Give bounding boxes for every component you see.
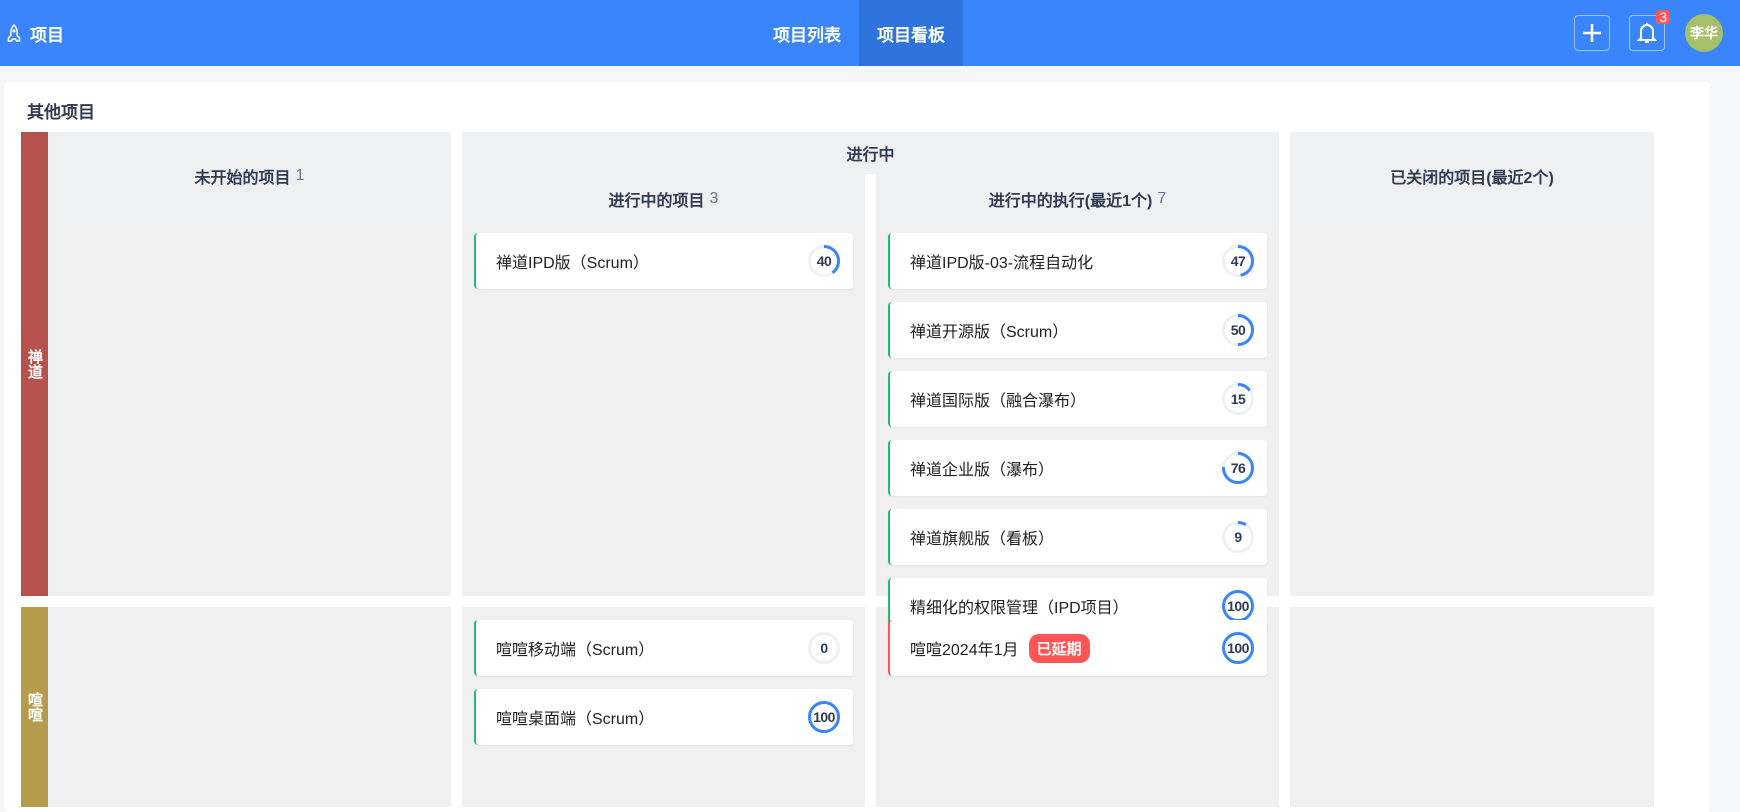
progress-value: 40 — [816, 253, 832, 269]
column-cell-c — [1290, 607, 1654, 807]
progress-value: 50 — [1230, 322, 1246, 338]
progress-value: 15 — [1230, 391, 1246, 407]
project-card[interactable]: 喧喧桌面端（Scrum） 100 — [474, 689, 853, 745]
card-title: 禅道IPD版-03-流程自动化 — [910, 255, 1094, 272]
progress-value: 0 — [820, 640, 828, 656]
progress-value: 100 — [1227, 640, 1249, 656]
column-cell-w — [48, 607, 451, 807]
notification-count-badge: 3 — [1656, 10, 1670, 24]
progress-value: 47 — [1230, 253, 1246, 269]
progress-ring: 40 — [807, 244, 841, 278]
execution-card[interactable]: 喧喧2024年1月 已延期 100 — [888, 620, 1267, 676]
plus-icon — [1583, 24, 1601, 42]
user-avatar[interactable]: 李华 — [1685, 14, 1723, 52]
group-name: 禅道 — [26, 349, 43, 379]
progress-ring: 15 — [1221, 382, 1255, 416]
create-button[interactable] — [1574, 15, 1610, 51]
progress-ring: 100 — [1221, 589, 1255, 623]
column-header-doing: 进行中 — [462, 132, 1279, 174]
progress-ring: 50 — [1221, 313, 1255, 347]
column-count: 3 — [709, 189, 719, 207]
card-title: 喧喧2024年1月 — [910, 642, 1019, 659]
column-title: 已关闭的项目(最近2个) — [1390, 170, 1554, 187]
card-title: 禅道国际版（融合瀑布） — [910, 393, 1087, 410]
main-nav: 项目列表 项目看板 — [755, 0, 963, 66]
card-title: 禅道旗舰版（看板） — [910, 531, 1055, 548]
execution-card[interactable]: 禅道国际版（融合瀑布） 15 — [888, 371, 1267, 427]
column-title: 进行中的执行(最近1个) — [988, 192, 1153, 210]
project-card[interactable]: 禅道IPD版（Scrum） 40 — [474, 233, 853, 289]
progress-ring: 9 — [1221, 520, 1255, 554]
app-brand[interactable]: 项目 — [6, 0, 64, 66]
top-navbar: 项目 项目列表 项目看板 3 李华 — [0, 0, 1740, 66]
card-title: 禅道企业版（瀑布） — [910, 462, 1055, 479]
tab-project-list[interactable]: 项目列表 — [755, 0, 859, 66]
tab-project-kanban[interactable]: 项目看板 — [859, 0, 963, 66]
progress-ring: 76 — [1221, 451, 1255, 485]
column-header-closed: 已关闭的项目(最近2个) — [1290, 132, 1654, 220]
column-count: 1 — [295, 167, 305, 184]
column-header-doing-executions: 进行中的执行(最近1个) 7 — [876, 177, 1279, 220]
column-title: 进行中 — [846, 147, 895, 164]
column-title: 未开始的项目 — [194, 170, 291, 187]
column-header-doing-projects: 进行中的项目 3 — [462, 177, 865, 220]
notifications-button[interactable]: 3 — [1629, 10, 1670, 51]
card-title: 喧喧移动端（Scrum） — [496, 642, 655, 659]
delayed-badge: 已延期 — [1028, 633, 1090, 663]
progress-ring: 47 — [1221, 244, 1255, 278]
kanban-panel: 其他项目 禅道喧喧 未开始的项目 1 进行中进行中的项目 3 进行中的执行(最近1个) 7 已… — [4, 82, 1710, 812]
group-lane-label: 喧喧 — [21, 607, 48, 807]
card-title: 喧喧桌面端（Scrum） — [496, 711, 655, 728]
progress-ring: 0 — [807, 631, 841, 665]
brand-label: 项目 — [30, 25, 64, 45]
column-title: 进行中的项目 — [608, 192, 705, 210]
progress-value: 100 — [813, 709, 835, 725]
board-title: 其他项目 — [27, 103, 95, 122]
rocket-icon — [7, 24, 21, 42]
execution-card[interactable]: 禅道IPD版-03-流程自动化 47 — [888, 233, 1267, 289]
execution-card[interactable]: 禅道开源版（Scrum） 50 — [888, 302, 1267, 358]
group-name: 喧喧 — [26, 692, 43, 722]
progress-value: 9 — [1234, 529, 1242, 545]
progress-ring: 100 — [1221, 631, 1255, 665]
bell-icon — [1637, 23, 1657, 43]
group-lane-label: 禅道 — [21, 132, 48, 596]
column-count: 7 — [1157, 189, 1167, 207]
card-title: 禅道IPD版（Scrum） — [496, 255, 649, 272]
progress-value: 100 — [1227, 598, 1249, 614]
column-header-waiting: 未开始的项目 1 — [48, 132, 451, 220]
execution-card[interactable]: 禅道旗舰版（看板） 9 — [888, 509, 1267, 565]
card-title: 精细化的权限管理（IPD项目） — [910, 600, 1129, 617]
execution-card[interactable]: 禅道企业版（瀑布） 76 — [888, 440, 1267, 496]
progress-ring: 100 — [807, 700, 841, 734]
project-card[interactable]: 喧喧移动端（Scrum） 0 — [474, 620, 853, 676]
card-title: 禅道开源版（Scrum） — [910, 324, 1069, 341]
progress-value: 76 — [1230, 460, 1246, 476]
